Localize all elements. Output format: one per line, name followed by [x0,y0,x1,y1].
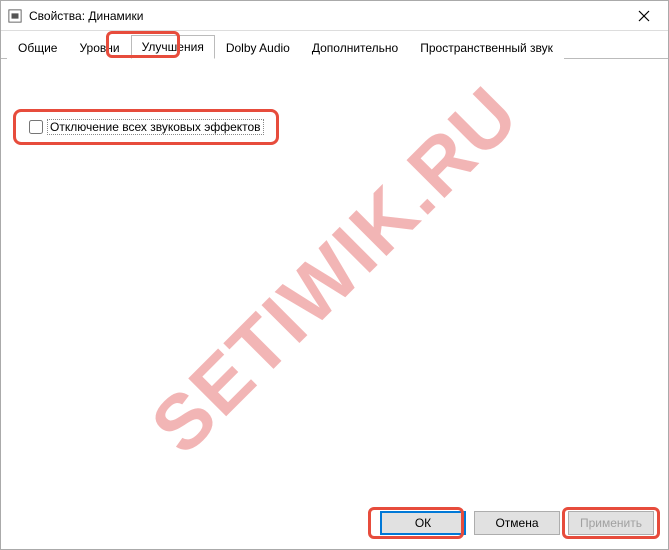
disable-effects-checkbox[interactable] [29,120,43,134]
close-button[interactable] [624,2,664,30]
tab-levels[interactable]: Уровни [68,36,130,59]
cancel-button[interactable]: Отмена [474,511,560,535]
tab-enhancements[interactable]: Улучшения [131,35,215,59]
tab-advanced[interactable]: Дополнительно [301,36,409,59]
tab-dolby[interactable]: Dolby Audio [215,36,301,59]
properties-window: Свойства: Динамики Общие Уровни Улучшени… [0,0,669,550]
disable-effects-label[interactable]: Отключение всех звуковых эффектов [47,119,264,135]
disable-effects-row: Отключение всех звуковых эффектов [25,117,268,137]
speaker-icon [7,8,23,24]
dialog-buttons: ОК Отмена Применить [1,499,668,549]
titlebar: Свойства: Динамики [1,1,668,31]
window-title: Свойства: Динамики [29,9,624,23]
tab-bar: Общие Уровни Улучшения Dolby Audio Допол… [1,31,668,59]
tab-content: SETIWIK.RU Отключение всех звуковых эффе… [1,59,668,499]
ok-button[interactable]: ОК [380,511,466,535]
apply-button[interactable]: Применить [568,511,654,535]
tab-spatial[interactable]: Пространственный звук [409,36,564,59]
tab-general[interactable]: Общие [7,36,68,59]
